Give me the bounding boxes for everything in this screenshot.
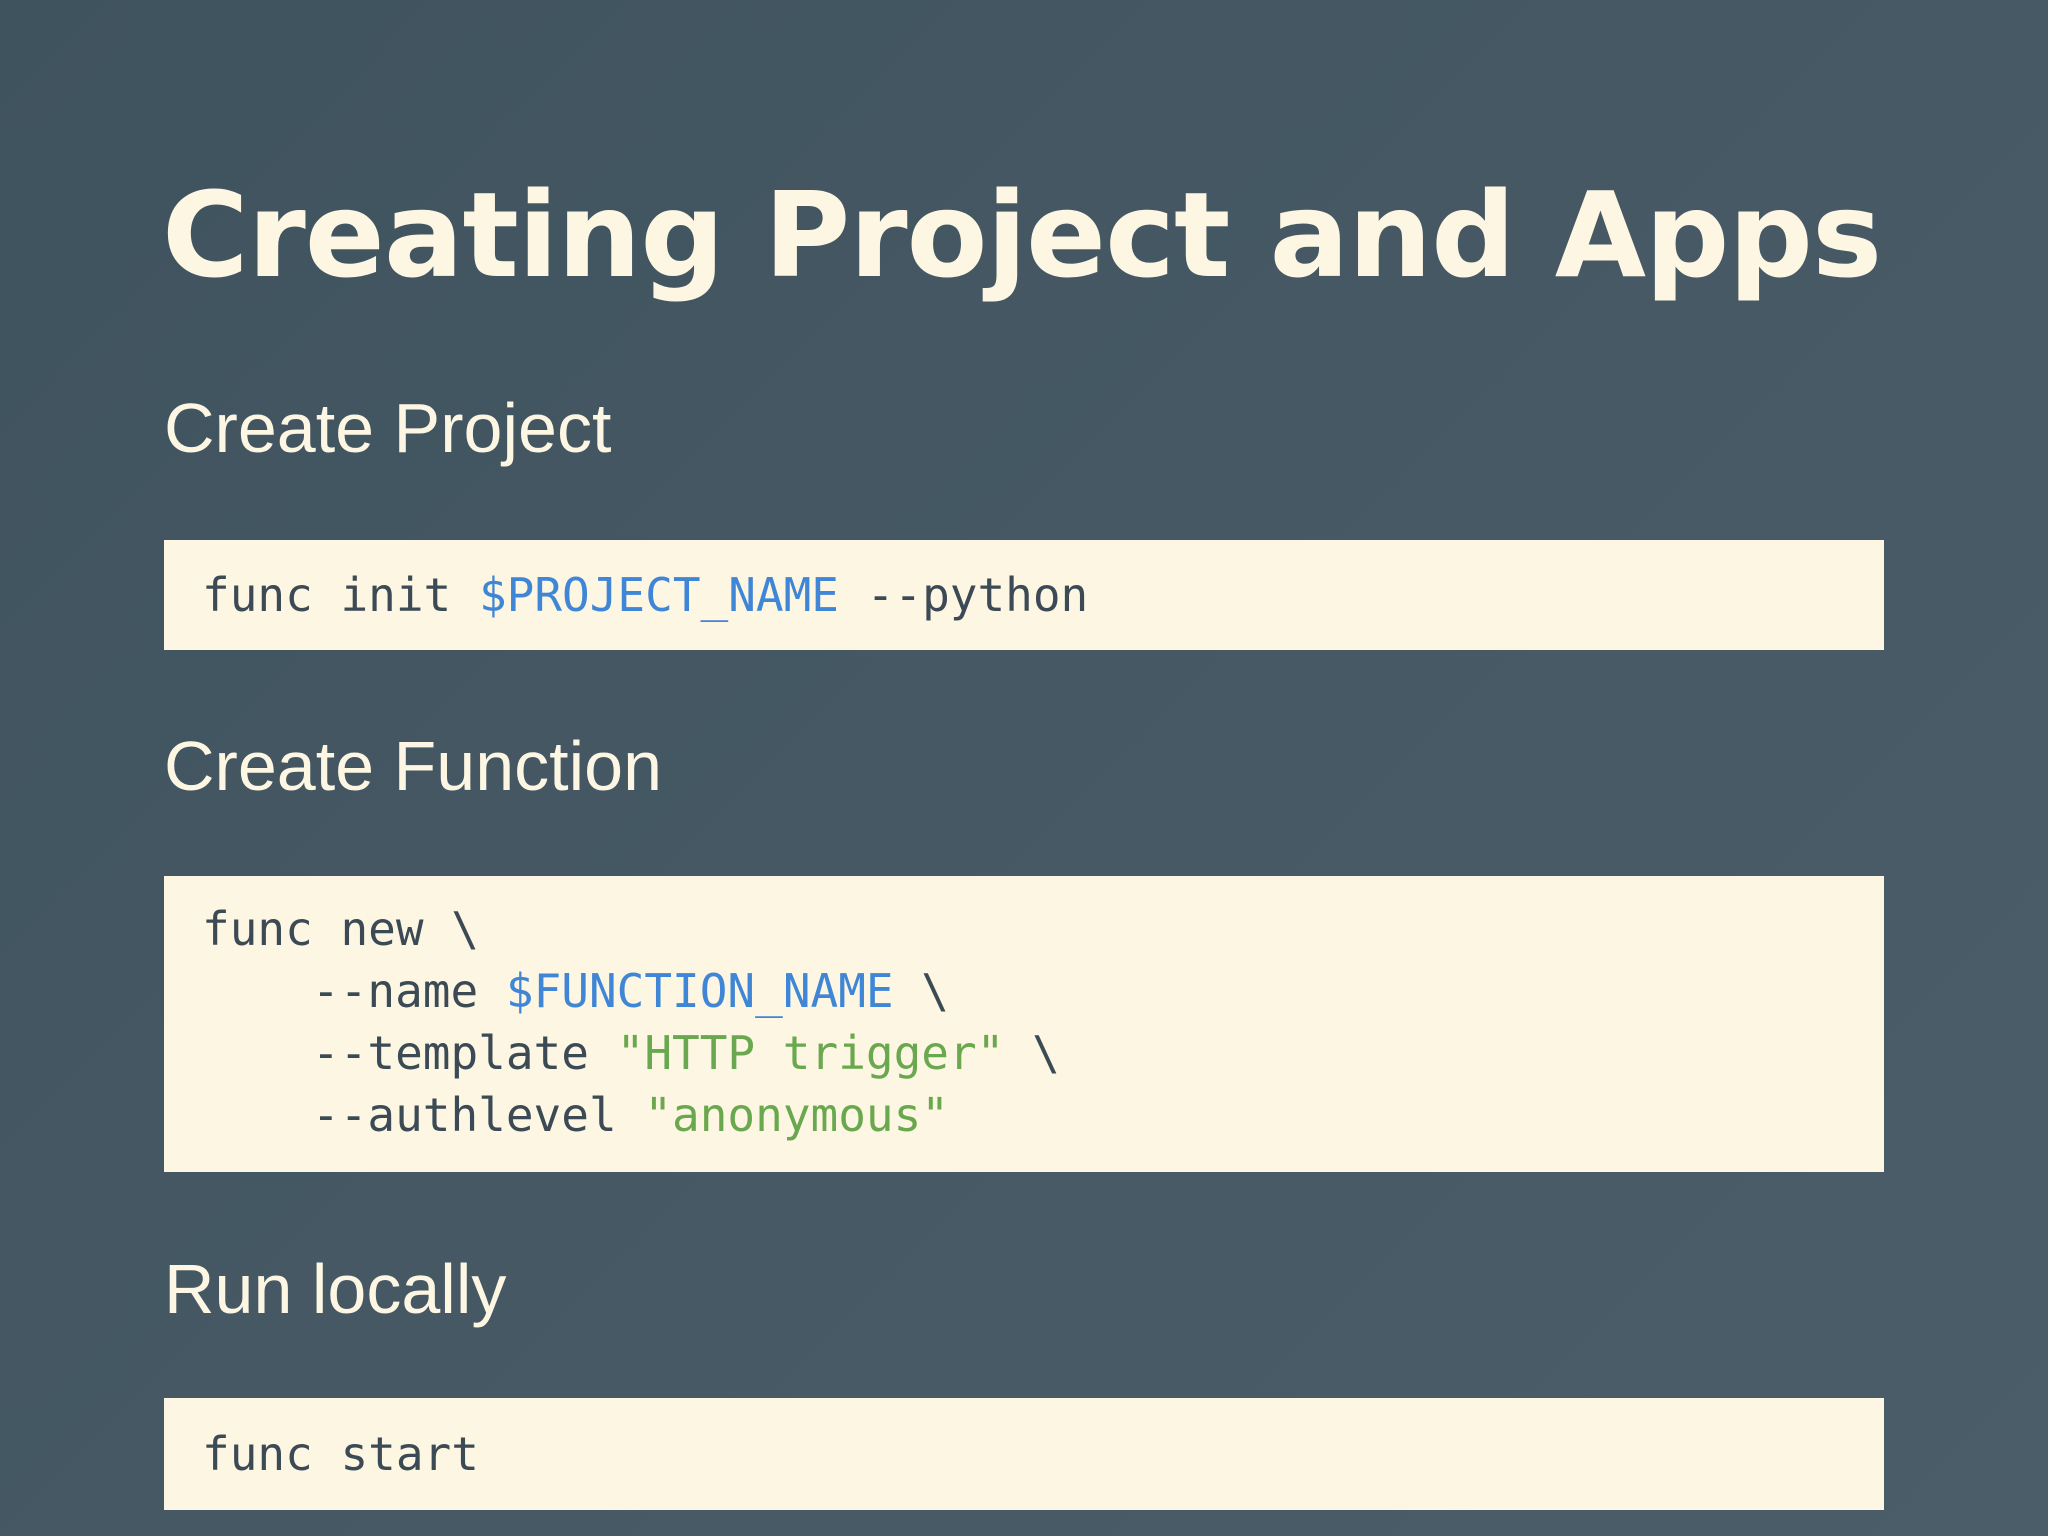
- code-string: "anonymous": [644, 1088, 949, 1142]
- code-command: func start: [202, 1427, 479, 1481]
- heading-create-project: Create Project: [164, 389, 612, 467]
- code-line: --template "HTTP trigger" \: [202, 1022, 1846, 1084]
- code-command: func new \: [202, 902, 479, 956]
- slide: Creating Project and Apps Create Project…: [0, 0, 2048, 1536]
- code-option: --python: [838, 568, 1089, 622]
- code-block-create-function: func new \ --name $FUNCTION_NAME \ --tem…: [164, 876, 1884, 1172]
- code-block-run-locally: func start: [164, 1398, 1884, 1510]
- code-line: --authlevel "anonymous": [202, 1084, 1846, 1146]
- slide-title: Creating Project and Apps: [162, 166, 1882, 304]
- code-continuation: \: [893, 964, 949, 1018]
- code-line: func init $PROJECT_NAME --python: [202, 540, 1846, 650]
- code-block-create-project: func init $PROJECT_NAME --python: [164, 540, 1884, 650]
- code-variable: $FUNCTION_NAME: [505, 964, 894, 1018]
- code-option: --template: [312, 1026, 617, 1080]
- code-command: func init: [202, 568, 479, 622]
- code-line: func new \: [202, 898, 1846, 960]
- heading-create-function: Create Function: [164, 727, 663, 805]
- code-line: --name $FUNCTION_NAME \: [202, 960, 1846, 1022]
- heading-run-locally: Run locally: [164, 1250, 507, 1328]
- code-option: --authlevel: [312, 1088, 645, 1142]
- code-option: --name: [312, 964, 506, 1018]
- code-line: func start: [202, 1398, 1846, 1510]
- code-variable: $PROJECT_NAME: [478, 568, 839, 622]
- code-continuation: \: [1004, 1026, 1060, 1080]
- code-string: "HTTP trigger": [616, 1026, 1005, 1080]
